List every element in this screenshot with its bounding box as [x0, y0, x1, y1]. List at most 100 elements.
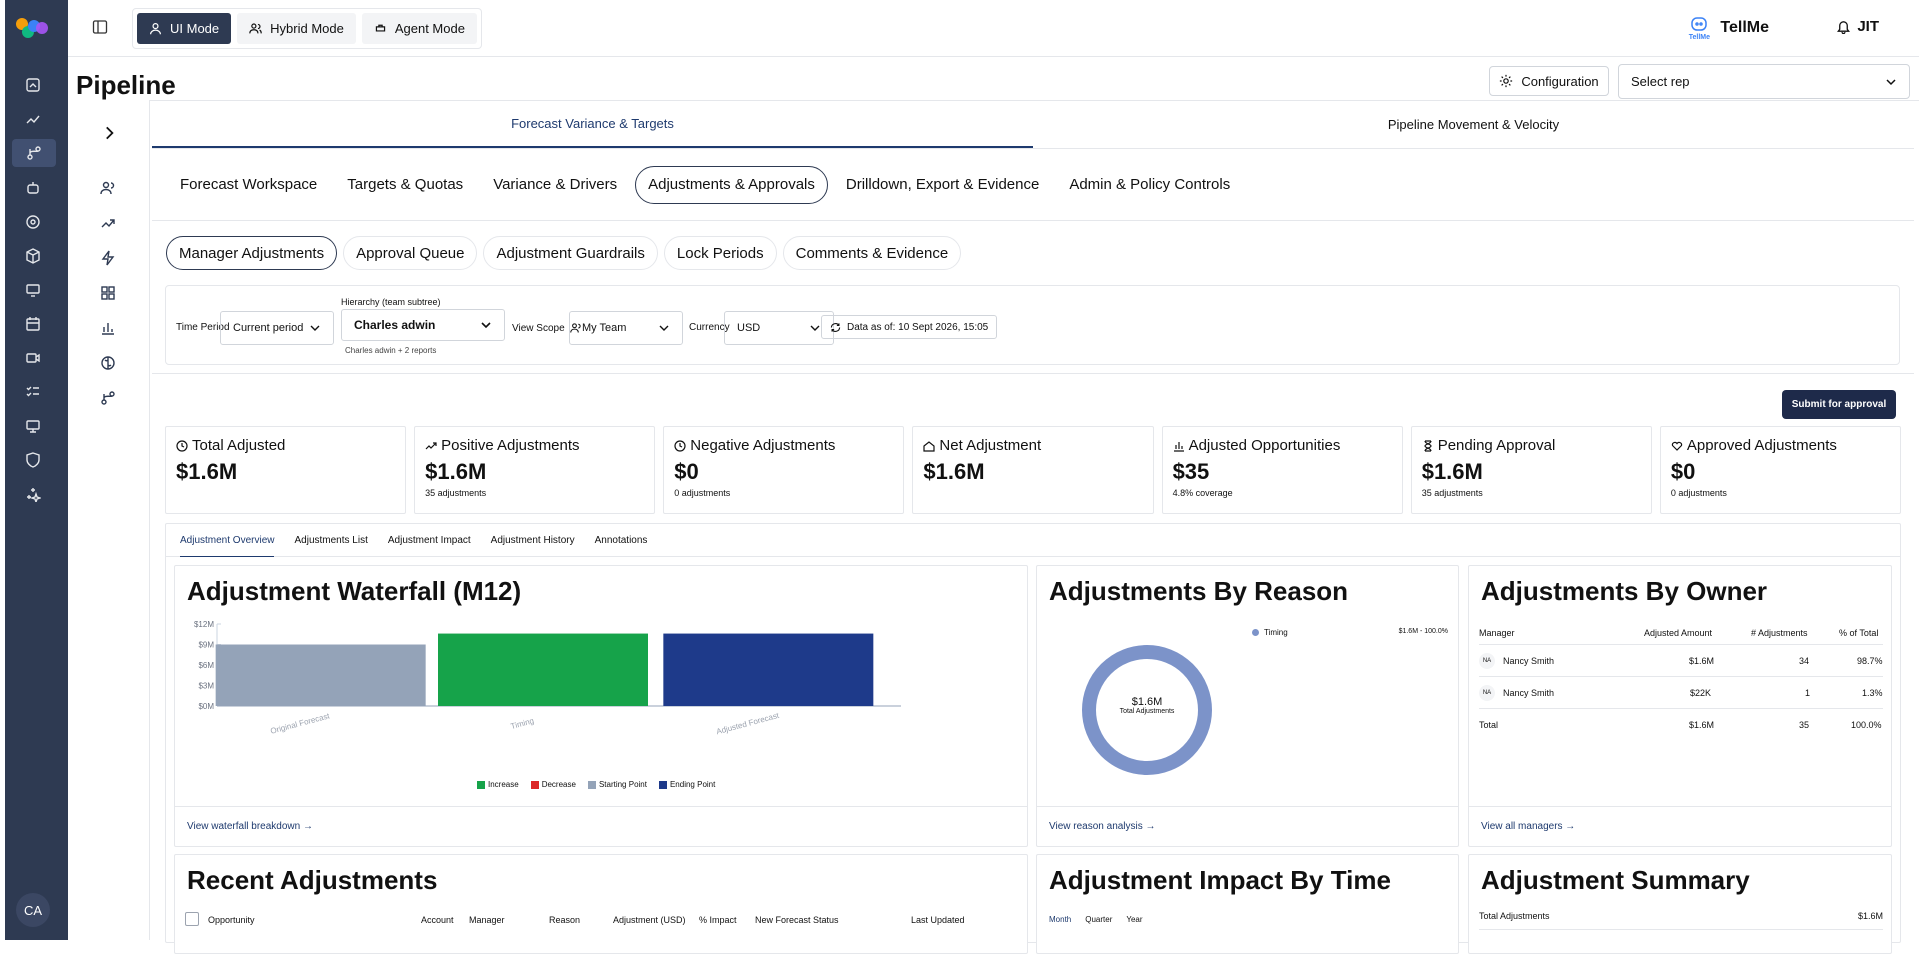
reason-legend-item: Timing	[1252, 628, 1288, 637]
time-period-select[interactable]: Current period	[220, 311, 334, 345]
tab-year[interactable]: Year	[1126, 915, 1142, 924]
configuration-button[interactable]: Configuration	[1489, 66, 1609, 96]
tab-annotations[interactable]: Annotations	[595, 524, 648, 557]
view-scope-select[interactable]: My Team	[569, 311, 683, 345]
tab-variance-drivers[interactable]: Variance & Drivers	[481, 166, 629, 204]
tab-forecast-variance[interactable]: Forecast Variance & Targets	[152, 101, 1033, 148]
select-rep-dropdown[interactable]: Select rep	[1618, 64, 1910, 99]
shield-icon[interactable]	[24, 451, 42, 469]
grid-icon[interactable]	[100, 285, 118, 303]
tab-manager-adjustments[interactable]: Manager Adjustments	[166, 236, 338, 270]
donut-center: $1.6M Total Adjustments	[1077, 696, 1217, 715]
tab-adjustment-guardrails[interactable]: Adjustment Guardrails	[483, 236, 658, 270]
header-amount: Adjusted Amount	[1644, 627, 1713, 638]
team-icon[interactable]	[100, 180, 118, 198]
legend-label: Increase	[488, 780, 519, 789]
tab-adjustments-approvals[interactable]: Adjustments & Approvals	[635, 165, 828, 204]
header-opportunity: Opportunity	[208, 915, 255, 925]
trend-up-icon[interactable]	[100, 215, 118, 233]
mode-switcher: UI Mode Hybrid Mode Agent Mode	[132, 8, 482, 49]
video-icon[interactable]	[24, 349, 42, 367]
sidebar-toggle-icon[interactable]	[92, 19, 108, 35]
submit-for-approval-button[interactable]: Submit for approval	[1782, 390, 1896, 419]
table-row[interactable]: NA Nancy Smith $22K 1 1.3%	[1479, 677, 1883, 709]
hierarchy-label: Hierarchy (team subtree)	[341, 297, 441, 307]
view-waterfall-link[interactable]: View waterfall breakdown →	[187, 821, 313, 832]
impact-title: Adjustment Impact By Time	[1049, 865, 1391, 895]
header-pct: % of Total	[1839, 627, 1879, 638]
tab-adjustments-list[interactable]: Adjustments List	[294, 524, 367, 557]
data-as-of-button[interactable]: Data as of: 10 Sept 2026, 15:05	[821, 315, 998, 339]
users-icon	[249, 23, 262, 34]
hierarchy-select[interactable]: Charles adwin	[341, 309, 505, 341]
hybrid-mode-button[interactable]: Hybrid Mode	[237, 13, 356, 44]
tab-adjustment-overview[interactable]: Adjustment Overview	[180, 524, 275, 557]
table-header: Manager Adjusted Amount # Adjustments % …	[1479, 621, 1883, 645]
time-period-value: Current period	[233, 322, 304, 334]
tab-comments-evidence[interactable]: Comments & Evidence	[782, 236, 962, 270]
view-scope-value: My Team	[582, 322, 627, 334]
tab-pipeline-movement[interactable]: Pipeline Movement & Velocity	[1033, 101, 1914, 148]
chevron-right-icon[interactable]	[100, 124, 118, 142]
tab-drilldown-export[interactable]: Drilldown, Export & Evidence	[834, 166, 1051, 204]
kpi-total-adjusted: Total Adjusted $1.6M	[165, 426, 407, 514]
jit-button[interactable]: JIT	[1836, 18, 1879, 35]
configuration-label: Configuration	[1521, 73, 1599, 89]
legend-item: Increase	[477, 780, 519, 789]
kpi-sub: 4.8% coverage	[1172, 488, 1233, 498]
desktop-icon[interactable]	[24, 417, 42, 435]
cube-icon[interactable]	[24, 247, 42, 265]
home-icon[interactable]	[24, 76, 42, 94]
tab-admin-policy[interactable]: Admin & Policy Controls	[1057, 166, 1242, 204]
tab-approval-queue[interactable]: Approval Queue	[343, 236, 478, 270]
reason-legend-name: Timing	[1264, 628, 1288, 637]
sparkles-icon[interactable]	[24, 485, 42, 503]
view-reason-link[interactable]: View reason analysis →	[1049, 821, 1156, 832]
bar-chart-icon[interactable]	[100, 320, 118, 338]
tab-lock-periods[interactable]: Lock Periods	[663, 236, 777, 270]
legend-swatch	[477, 780, 485, 789]
currency-select[interactable]: USD	[724, 311, 834, 345]
tab-adjustment-impact[interactable]: Adjustment Impact	[388, 524, 471, 557]
avatar: NA	[1479, 652, 1495, 669]
kpi-value: $1.6M	[923, 459, 985, 484]
view-all-managers-link[interactable]: View all managers →	[1481, 821, 1575, 832]
checklist-icon[interactable]	[24, 383, 42, 401]
table-row[interactable]: NA Nancy Smith $1.6M 34 98.7%	[1479, 645, 1883, 677]
monitor-icon[interactable]	[24, 281, 42, 299]
tab-targets-quotas[interactable]: Targets & Quotas	[335, 166, 475, 204]
kpi-label-wrap: Negative Adjustments	[674, 437, 893, 454]
calendar-icon[interactable]	[24, 315, 42, 333]
header-reason: Reason	[549, 915, 581, 925]
branch-icon[interactable]	[100, 390, 118, 408]
kpi-label: Negative Adjustments	[690, 437, 836, 454]
target-icon[interactable]	[24, 213, 42, 231]
tab-forecast-workspace[interactable]: Forecast Workspace	[168, 166, 329, 204]
app-logo-icon[interactable]	[12, 14, 52, 42]
brain-icon[interactable]	[100, 355, 118, 373]
adjustment-summary-card: Adjustment Summary Total Adjustments $1.…	[1468, 854, 1892, 954]
kpi-label-wrap: Pending Approval	[1422, 437, 1641, 454]
jit-label: JIT	[1857, 18, 1879, 35]
agent-mode-button[interactable]: Agent Mode	[361, 13, 477, 44]
tab-quarter[interactable]: Quarter	[1085, 915, 1112, 924]
user-avatar[interactable]: CA	[16, 893, 50, 927]
lightning-icon[interactable]	[100, 250, 118, 268]
tab-month[interactable]: Month	[1049, 915, 1071, 924]
kpi-row: Total Adjusted $1.6M Positive Adjustment…	[165, 426, 1901, 514]
tellme-button[interactable]: TellMe TellMe	[1686, 14, 1769, 42]
tellme-robot-icon: TellMe	[1686, 14, 1712, 42]
tab-adjustment-history[interactable]: Adjustment History	[491, 524, 575, 557]
pipeline-icon[interactable]	[12, 139, 56, 167]
recent-table-header: Opportunity Account Manager Reason Adjus…	[185, 912, 1019, 934]
bot-icon[interactable]	[24, 179, 42, 197]
ui-mode-button[interactable]: UI Mode	[137, 13, 232, 44]
select-rep-value: Select rep	[1631, 74, 1690, 89]
legend-swatch	[587, 780, 596, 789]
kpi-label-wrap: Net Adjustment	[923, 437, 1142, 454]
chevron-down-icon	[481, 322, 491, 329]
trend-icon[interactable]	[24, 110, 42, 128]
kpi-label: Adjusted Opportunities	[1188, 437, 1341, 454]
select-all-checkbox[interactable]	[185, 912, 199, 926]
waterfall-chart: $0M $3M $6M $9M $12M Original Forecast Timing A…	[194, 620, 901, 736]
